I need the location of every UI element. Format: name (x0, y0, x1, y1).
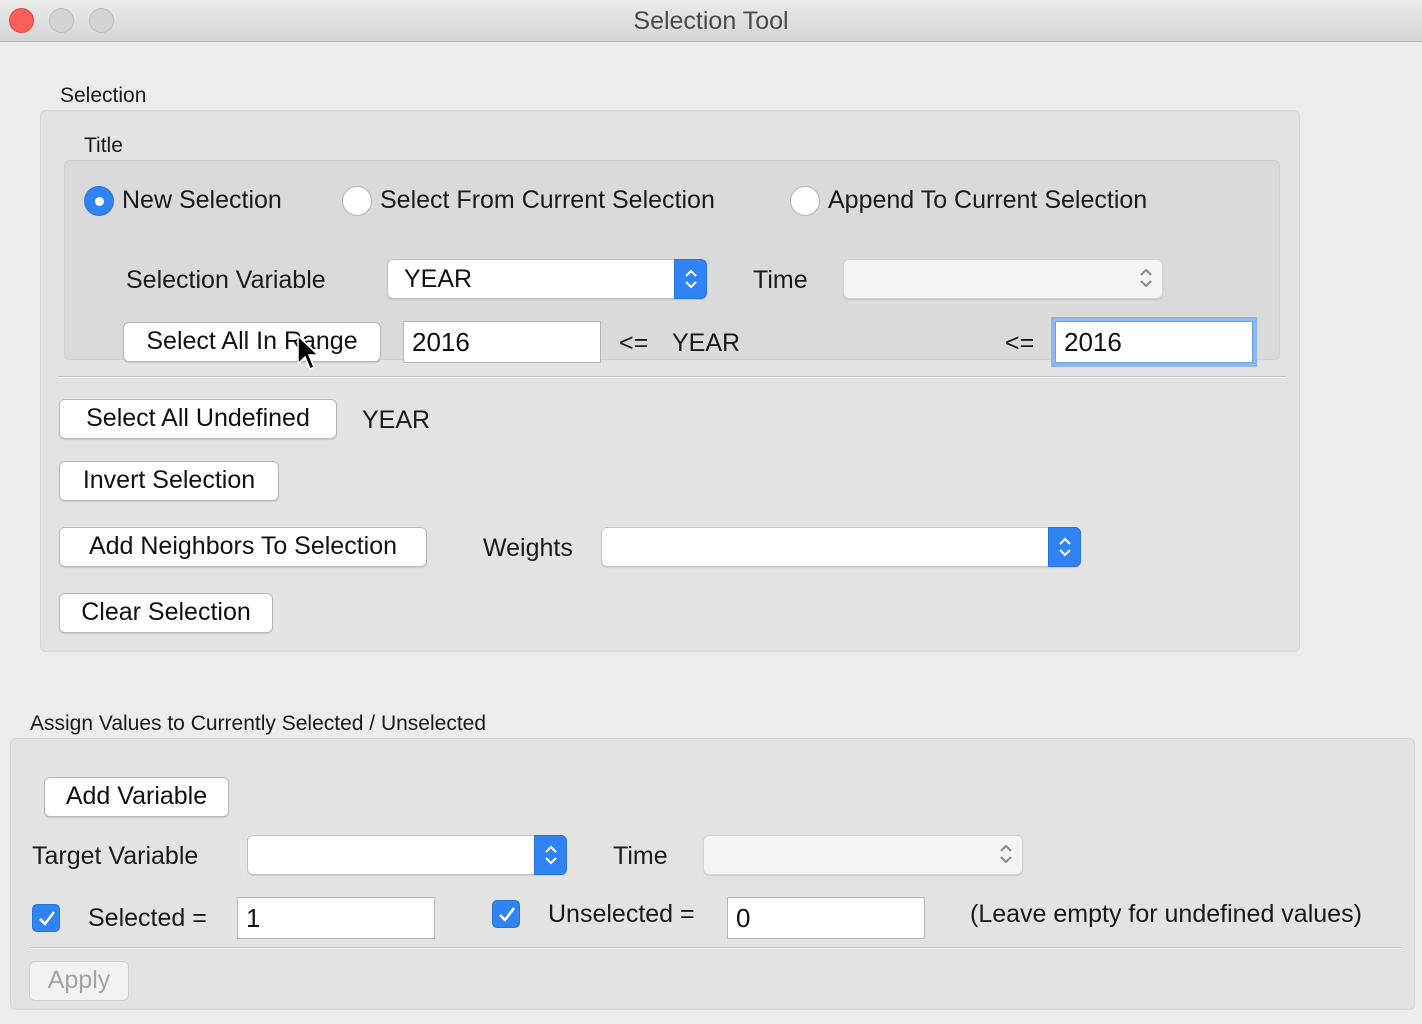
checkmark-icon (499, 907, 515, 922)
weights-label: Weights (483, 534, 573, 562)
select-from-current-radio[interactable] (342, 186, 372, 216)
selection-time-label: Time (753, 266, 808, 294)
select-all-undefined-button[interactable]: Select All Undefined (59, 399, 337, 439)
title-subgroup-header: Title (84, 134, 123, 157)
unselected-checkbox[interactable] (492, 900, 520, 928)
selection-divider (58, 376, 1286, 378)
selected-checkbox[interactable] (32, 904, 60, 932)
add-variable-button[interactable]: Add Variable (44, 777, 229, 817)
weights-select[interactable] (601, 527, 1081, 567)
selection-group-header: Selection (60, 84, 147, 107)
apply-button[interactable]: Apply (29, 961, 129, 1001)
new-selection-radio[interactable] (84, 186, 114, 216)
selection-variable-value: YEAR (404, 265, 473, 293)
chevron-updown-icon (674, 259, 707, 299)
invert-selection-button[interactable]: Invert Selection (59, 461, 279, 501)
new-selection-label[interactable]: New Selection (122, 186, 282, 215)
chevron-updown-icon (534, 835, 567, 875)
selection-variable-label: Selection Variable (126, 266, 326, 294)
select-all-in-range-button[interactable]: Select All In Range (123, 322, 381, 362)
mouse-pointer-icon (297, 334, 318, 371)
unselected-label: Unselected = (548, 900, 695, 928)
assign-time-label: Time (613, 842, 668, 870)
undefined-values-hint: (Leave empty for undefined values) (970, 900, 1362, 928)
append-to-current-label[interactable]: Append To Current Selection (828, 186, 1147, 215)
chevron-updown-icon (990, 835, 1023, 875)
undefined-variable-name: YEAR (362, 406, 431, 434)
assign-time-select[interactable] (703, 835, 1023, 875)
selected-value-input[interactable]: 1 (237, 897, 435, 939)
selection-time-select[interactable] (843, 259, 1163, 299)
window-title: Selection Tool (633, 7, 789, 35)
range-operator-left: <= (619, 329, 649, 357)
chevron-updown-icon (1048, 527, 1081, 567)
append-to-current-radio[interactable] (790, 186, 820, 216)
target-variable-label: Target Variable (32, 842, 199, 870)
assign-divider (30, 947, 1402, 949)
assign-group-header: Assign Values to Currently Selected / Un… (30, 712, 487, 735)
range-max-input[interactable]: 2016 (1051, 317, 1257, 367)
title-bar: Selection Tool (0, 0, 1422, 42)
range-min-input[interactable]: 2016 (403, 321, 601, 363)
checkmark-icon (39, 911, 55, 926)
select-from-current-label[interactable]: Select From Current Selection (380, 186, 715, 215)
unselected-value-input[interactable]: 0 (727, 897, 925, 939)
chevron-updown-icon (1130, 259, 1163, 299)
target-variable-select[interactable] (247, 835, 567, 875)
range-variable-name: YEAR (672, 329, 741, 357)
selection-variable-select[interactable]: YEAR (387, 259, 707, 299)
range-operator-right: <= (1005, 329, 1035, 357)
selected-label: Selected = (88, 904, 207, 932)
add-neighbors-button[interactable]: Add Neighbors To Selection (59, 527, 427, 567)
clear-selection-button[interactable]: Clear Selection (59, 593, 273, 633)
